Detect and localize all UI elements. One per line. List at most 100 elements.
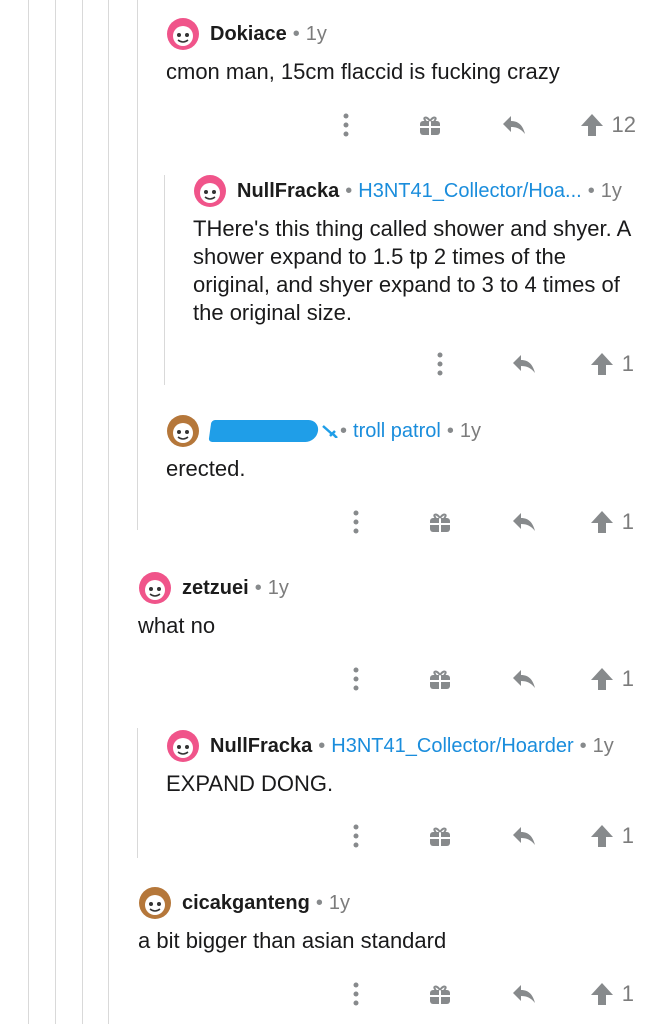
reply-arrow-icon: [512, 827, 535, 845]
redacted-username: [208, 420, 320, 442]
vote-control: 1: [590, 509, 634, 535]
comment-author[interactable]: zetzuei: [182, 577, 249, 600]
comment-author[interactable]: NullFracka: [210, 735, 312, 758]
award-button[interactable]: [412, 107, 448, 143]
snoo-avatar-icon[interactable]: [138, 571, 172, 605]
thread-line: [108, 0, 109, 1024]
more-options-icon: [353, 824, 359, 848]
reply-arrow-icon: [512, 513, 535, 531]
vote-control: 1: [590, 981, 634, 1007]
separator-dot: •: [315, 891, 323, 914]
more-options-button[interactable]: [338, 976, 374, 1012]
more-options-button[interactable]: [338, 504, 374, 540]
upvote-arrow-icon[interactable]: [590, 352, 614, 376]
snoo-avatar-icon[interactable]: [193, 174, 227, 208]
comment: zetzuei • 1y what no: [138, 570, 638, 640]
vote-score: 1: [621, 509, 634, 534]
upvote-arrow-icon[interactable]: [590, 667, 614, 691]
reply-button[interactable]: [506, 661, 542, 697]
reply-button[interactable]: [506, 504, 542, 540]
more-options-button[interactable]: [338, 661, 374, 697]
comment-actions: 1: [338, 504, 634, 540]
comment: • troll patrol • 1y erected.: [166, 413, 636, 483]
comment-actions: 12: [328, 107, 636, 143]
award-button[interactable]: [422, 661, 458, 697]
more-options-button[interactable]: [338, 818, 374, 854]
separator-dot: •: [587, 179, 595, 202]
comment-body: a bit bigger than asian standard: [138, 928, 447, 953]
snoo-avatar-icon[interactable]: [166, 414, 200, 448]
comment-actions: 1: [338, 976, 634, 1012]
comment-author[interactable]: Dokiace: [210, 23, 287, 46]
more-options-icon: [343, 113, 349, 137]
comment-actions: 1: [422, 346, 634, 382]
vote-score: 1: [621, 666, 634, 691]
vote-control: 1: [590, 666, 634, 692]
reply-button[interactable]: [506, 346, 542, 382]
separator-dot: •: [345, 179, 353, 202]
reply-arrow-icon: [512, 355, 535, 373]
gift-award-icon: [429, 670, 450, 689]
vote-control: 1: [590, 823, 634, 849]
vote-score: 1: [621, 981, 634, 1006]
reply-button[interactable]: [506, 976, 542, 1012]
gift-award-icon: [419, 116, 440, 135]
comment: NullFracka • H3NT41_Collector/Hoarder • …: [166, 728, 646, 798]
snoo-avatar-icon[interactable]: [138, 886, 172, 920]
comment-header: • troll patrol • 1y: [166, 413, 636, 449]
comment-author[interactable]: NullFracka: [237, 180, 339, 203]
separator-dot: •: [292, 22, 300, 45]
thread-line: [55, 0, 56, 1024]
more-options-icon: [353, 667, 359, 691]
user-flair: troll patrol: [353, 419, 441, 442]
user-flair: H3NT41_Collector/Hoarder: [331, 734, 574, 757]
comment-age: 1y: [328, 891, 350, 914]
reply-arrow-icon: [512, 985, 535, 1003]
user-flair: H3NT41_Collector/Hoa...: [358, 179, 582, 202]
gift-award-icon: [429, 985, 450, 1004]
gift-award-icon: [429, 513, 450, 532]
upvote-arrow-icon[interactable]: [590, 510, 614, 534]
award-button[interactable]: [422, 818, 458, 854]
reply-arrow-icon: [512, 670, 535, 688]
comment-age: 1y: [267, 576, 289, 599]
gift-award-icon: [429, 827, 450, 846]
award-button[interactable]: [422, 976, 458, 1012]
comment-age: 1y: [592, 734, 614, 757]
mod-sword-icon: [322, 425, 338, 438]
comment-age: 1y: [305, 22, 327, 45]
comment-author[interactable]: cicakganteng: [182, 892, 310, 915]
comment-age: 1y: [600, 179, 622, 202]
reply-button[interactable]: [506, 818, 542, 854]
thread-line: [137, 728, 138, 858]
snoo-avatar-icon[interactable]: [166, 729, 200, 763]
reply-button[interactable]: [496, 107, 532, 143]
thread-line: [164, 175, 165, 385]
comment: NullFracka • H3NT41_Collector/Hoa... • 1…: [193, 173, 647, 327]
snoo-avatar-icon[interactable]: [166, 17, 200, 51]
comment-actions: 1: [338, 818, 634, 854]
more-options-icon: [353, 982, 359, 1006]
upvote-arrow-icon[interactable]: [590, 982, 614, 1006]
separator-dot: •: [318, 734, 326, 757]
more-options-button[interactable]: [422, 346, 458, 382]
comment-body: EXPAND DONG.: [166, 771, 334, 796]
comment-actions: 1: [338, 661, 634, 697]
thread-line: [137, 0, 138, 530]
separator-dot: •: [340, 419, 348, 442]
comment-body: erected.: [166, 456, 246, 481]
more-options-button[interactable]: [328, 107, 364, 143]
thread-line: [82, 0, 83, 1024]
upvote-arrow-icon[interactable]: [590, 824, 614, 848]
more-options-icon: [353, 510, 359, 534]
vote-control: 1: [590, 351, 634, 377]
separator-dot: •: [446, 419, 454, 442]
vote-score: 12: [611, 112, 636, 137]
award-button[interactable]: [422, 504, 458, 540]
vote-score: 1: [621, 351, 634, 376]
upvote-arrow-icon[interactable]: [580, 113, 604, 137]
vote-score: 1: [621, 823, 634, 848]
comment-header: Dokiace • 1y: [166, 16, 636, 52]
vote-control: 12: [580, 112, 636, 138]
comment-age: 1y: [459, 419, 481, 442]
